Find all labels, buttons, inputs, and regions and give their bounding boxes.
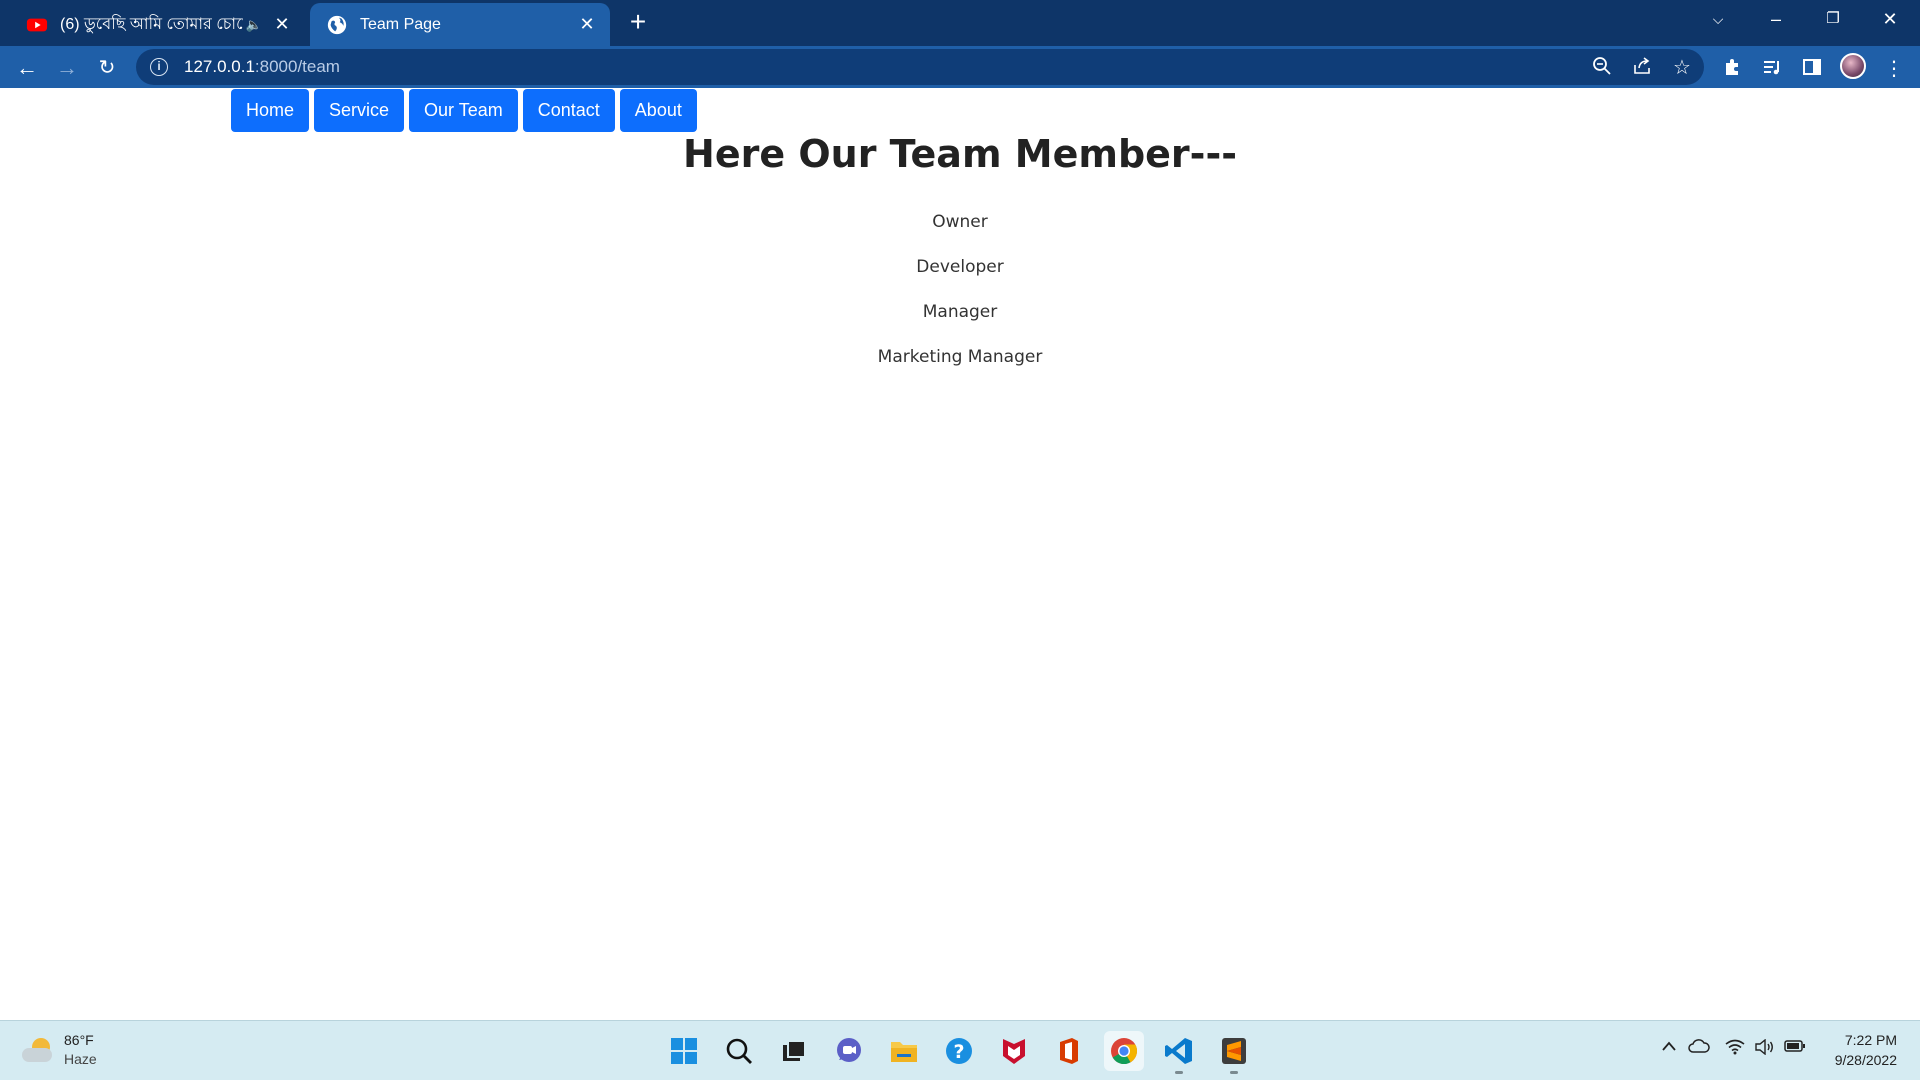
- site-info-icon[interactable]: i: [150, 58, 168, 76]
- weather-temperature: 86°F: [64, 1032, 94, 1048]
- vscode-icon[interactable]: [1159, 1031, 1199, 1074]
- youtube-icon: [26, 18, 48, 31]
- reload-button[interactable]: ↻: [91, 52, 123, 84]
- show-hidden-icons-chevron[interactable]: [1658, 1039, 1680, 1056]
- close-window-button[interactable]: ✕: [1862, 0, 1918, 40]
- team-member-item: Marketing Manager: [877, 347, 1043, 367]
- share-icon[interactable]: [1630, 56, 1654, 80]
- tab-title: (6) ডুবেছি আমি তোমার চোখে: [60, 16, 243, 33]
- tab-search-chevron-icon[interactable]: ⌵: [1690, 0, 1746, 40]
- tab-strip: (6) ডুবেছি আমি তোমার চোখে 🔈 ✕ Team Page …: [0, 0, 1920, 46]
- nav-contact-button[interactable]: Contact: [522, 89, 615, 132]
- clock-time: 7:22 PM: [1844, 1032, 1897, 1048]
- back-button[interactable]: ←: [11, 52, 43, 84]
- close-tab-icon[interactable]: ✕: [574, 14, 600, 35]
- wifi-icon[interactable]: [1724, 1039, 1746, 1059]
- nav-service-button[interactable]: Service: [314, 89, 405, 132]
- globe-icon: [327, 15, 347, 34]
- new-tab-button[interactable]: +: [622, 6, 654, 38]
- office-icon[interactable]: [1049, 1031, 1089, 1071]
- profile-avatar[interactable]: [1840, 53, 1866, 79]
- help-icon[interactable]: ?: [939, 1031, 979, 1071]
- teams-chat-icon[interactable]: [829, 1031, 869, 1071]
- zoom-icon[interactable]: [1590, 56, 1614, 80]
- nav-home-button[interactable]: Home: [231, 89, 310, 132]
- weather-condition: Haze: [64, 1051, 97, 1067]
- bookmark-star-icon[interactable]: ☆: [1670, 56, 1694, 80]
- nav-our-team-button[interactable]: Our Team: [409, 89, 518, 132]
- windows-start-icon[interactable]: [664, 1031, 704, 1071]
- partly-cloudy-icon: [22, 1036, 54, 1064]
- search-icon[interactable]: [719, 1031, 759, 1071]
- url-host: 127.0.0.1: [184, 57, 255, 76]
- system-clock[interactable]: 7:22 PM 9/28/2022: [1815, 1030, 1897, 1070]
- nav-about-button[interactable]: About: [619, 89, 697, 132]
- address-bar[interactable]: i 127.0.0.1:8000/team ☆: [136, 49, 1704, 85]
- tab-youtube[interactable]: (6) ডুবেছি আমি তোমার চোখে 🔈 ✕: [10, 3, 305, 46]
- tab-team-page[interactable]: Team Page ✕: [310, 3, 610, 46]
- volume-icon[interactable]: [1753, 1038, 1775, 1059]
- mcafee-icon[interactable]: [994, 1031, 1034, 1071]
- url-path: :8000/team: [254, 57, 340, 76]
- windows-taskbar: 86°F Haze ? 7:22 PM 9/28/2022: [0, 1020, 1920, 1080]
- url-text[interactable]: 127.0.0.1:8000/team: [184, 57, 340, 77]
- site-navbar: Home Service Our Team Contact About: [231, 89, 697, 132]
- chrome-icon[interactable]: [1104, 1031, 1144, 1071]
- taskbar-apps: ?: [664, 1031, 1254, 1074]
- restore-button[interactable]: ❐: [1805, 0, 1861, 40]
- forward-button[interactable]: →: [51, 52, 83, 84]
- battery-icon[interactable]: [1784, 1039, 1806, 1057]
- minimize-button[interactable]: –: [1748, 0, 1804, 40]
- tab-title: Team Page: [360, 15, 441, 33]
- task-view-icon[interactable]: [774, 1031, 814, 1071]
- menu-kebab-icon[interactable]: ⋮: [1882, 57, 1906, 81]
- browser-toolbar: ← → ↻ i 127.0.0.1:8000/team ☆ ⋮: [0, 46, 1920, 88]
- team-member-item: Developer: [916, 257, 1004, 277]
- close-tab-icon[interactable]: ✕: [269, 14, 295, 35]
- svg-text:?: ?: [953, 1041, 964, 1063]
- file-explorer-icon[interactable]: [884, 1031, 924, 1071]
- team-member-item: Owner: [932, 212, 988, 232]
- weather-widget[interactable]: 86°F Haze: [22, 1031, 97, 1069]
- side-panel-icon[interactable]: [1800, 57, 1824, 81]
- extensions-icon[interactable]: [1720, 57, 1744, 81]
- onedrive-cloud-icon[interactable]: [1688, 1039, 1710, 1057]
- page-title: Here Our Team Member---: [683, 132, 1237, 176]
- audio-playing-icon[interactable]: 🔈: [243, 17, 265, 33]
- clock-date: 9/28/2022: [1834, 1052, 1897, 1068]
- team-member-list: Owner Developer Manager Marketing Manage…: [0, 212, 1920, 392]
- team-member-item: Manager: [922, 302, 998, 322]
- media-control-icon[interactable]: [1760, 57, 1784, 81]
- sublime-text-icon[interactable]: [1214, 1031, 1254, 1074]
- web-page: Home Service Our Team Contact About Here…: [0, 88, 1920, 1020]
